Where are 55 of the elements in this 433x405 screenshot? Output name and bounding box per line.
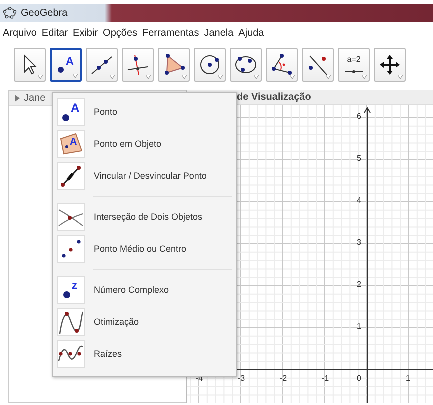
axis-label: -3	[238, 374, 246, 384]
caret-icon	[326, 75, 331, 79]
axis-label: -1	[322, 374, 330, 384]
caret-icon	[254, 75, 259, 79]
caret-icon	[398, 75, 403, 79]
tool-button[interactable]: A	[50, 48, 82, 82]
caret-icon	[110, 75, 115, 79]
tool-button[interactable]	[230, 48, 262, 82]
panel-title: Jane	[24, 92, 46, 104]
circle-icon	[198, 53, 222, 77]
menu-item[interactable]: Ferramentas	[142, 28, 200, 39]
axis-label: -2	[280, 374, 288, 384]
tool-button[interactable]	[14, 48, 46, 82]
collapse-icon[interactable]	[15, 94, 20, 102]
segment-icon	[58, 163, 84, 189]
curve-icon	[58, 309, 84, 335]
menu-item[interactable]: Ajuda	[238, 28, 264, 39]
tool-label: a=2	[347, 55, 361, 65]
axis-label: 3	[357, 238, 362, 248]
axis-label: 1	[406, 374, 410, 384]
menu-item[interactable]: Exibir	[73, 28, 98, 39]
caret-icon	[362, 75, 367, 79]
move-icon	[378, 53, 402, 77]
menu-item[interactable]: Editar	[42, 28, 68, 39]
point-on-shape-icon: A	[58, 131, 84, 157]
axis-label: 5	[357, 154, 362, 164]
panel-title: de Visualização	[237, 92, 312, 102]
axis-label: 1	[357, 322, 362, 332]
caret-icon	[73, 74, 78, 78]
reflect-icon	[306, 53, 330, 77]
tool-button[interactable]	[194, 48, 226, 82]
axis-label: 6	[357, 112, 362, 122]
axis-label: 2	[357, 280, 362, 290]
window-title: GeoGebra	[21, 8, 68, 18]
caret-icon	[218, 75, 223, 79]
menu-item[interactable]: Janela	[204, 28, 234, 39]
app-logo-icon	[3, 7, 17, 19]
caret-icon	[290, 75, 295, 79]
tool-button[interactable]	[122, 48, 154, 82]
tool-button[interactable]: a=2	[338, 48, 370, 82]
menu-item[interactable]: Opções	[103, 28, 138, 39]
caret-icon	[146, 75, 151, 79]
caret-icon	[38, 75, 43, 79]
menu-item[interactable]: Arquivo	[3, 28, 37, 39]
tool-button[interactable]	[158, 48, 190, 82]
perpendicular-line-icon	[126, 53, 150, 77]
caret-icon	[182, 75, 187, 79]
tool-button[interactable]	[266, 48, 298, 82]
tool-button[interactable]	[374, 48, 406, 82]
tool-button[interactable]	[302, 48, 334, 82]
axis-label: 0	[357, 374, 362, 384]
axis-label: 4	[357, 196, 362, 206]
tool-button[interactable]	[86, 48, 118, 82]
triangle-icon	[162, 53, 186, 77]
angle-icon	[270, 53, 294, 77]
